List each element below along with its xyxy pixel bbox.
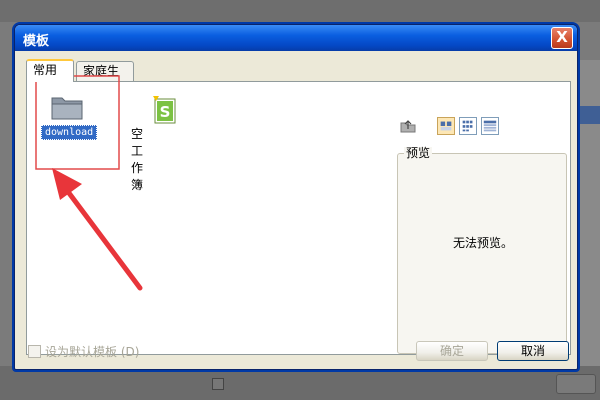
template-item-label: 空工作簿 bbox=[131, 127, 144, 192]
details-view-button[interactable] bbox=[481, 117, 499, 135]
close-icon: X bbox=[556, 28, 568, 46]
ok-button[interactable]: 确定 bbox=[416, 341, 488, 361]
close-button[interactable]: X bbox=[551, 27, 573, 49]
details-icon bbox=[483, 120, 497, 132]
set-default-label: 设为默认模板 (D) bbox=[45, 345, 140, 359]
svg-text:S: S bbox=[160, 103, 171, 121]
dialog-titlebar[interactable]: 模板 X bbox=[15, 25, 577, 51]
cancel-button[interactable]: 取消 bbox=[497, 341, 569, 361]
template-panel: download S 空工作簿 预览 无法预览。 bbox=[26, 81, 571, 355]
list-icon bbox=[462, 120, 473, 132]
up-folder-button[interactable] bbox=[399, 117, 417, 135]
background-statusbar bbox=[0, 366, 600, 400]
dialog-title: 模板 bbox=[23, 34, 50, 49]
spreadsheet-icon: S bbox=[153, 96, 176, 124]
list-view-button[interactable] bbox=[459, 117, 477, 135]
template-item-label: download bbox=[41, 125, 98, 140]
preview-group: 预览 无法预览。 bbox=[397, 147, 567, 354]
background-checkbox bbox=[212, 378, 224, 390]
tab-home-life[interactable]: 家庭生活 bbox=[76, 61, 134, 96]
tab-common[interactable]: 常用 bbox=[26, 59, 74, 82]
set-default-checkbox[interactable] bbox=[28, 345, 41, 358]
preview-title: 预览 bbox=[404, 146, 433, 160]
background-button bbox=[556, 374, 596, 394]
up-folder-icon bbox=[400, 120, 416, 133]
background-toolbar bbox=[0, 0, 600, 22]
template-dialog: 模板 X 常用 家庭生活 download bbox=[14, 24, 578, 370]
folder-icon bbox=[51, 97, 83, 120]
background-bar bbox=[576, 106, 600, 124]
large-icons-button[interactable] bbox=[437, 117, 455, 135]
preview-message: 无法预览。 bbox=[452, 236, 513, 250]
tab-label: 常用 bbox=[33, 63, 58, 77]
dialog-body: 常用 家庭生活 download S 空 bbox=[18, 51, 576, 369]
large-icons-icon bbox=[440, 121, 452, 131]
